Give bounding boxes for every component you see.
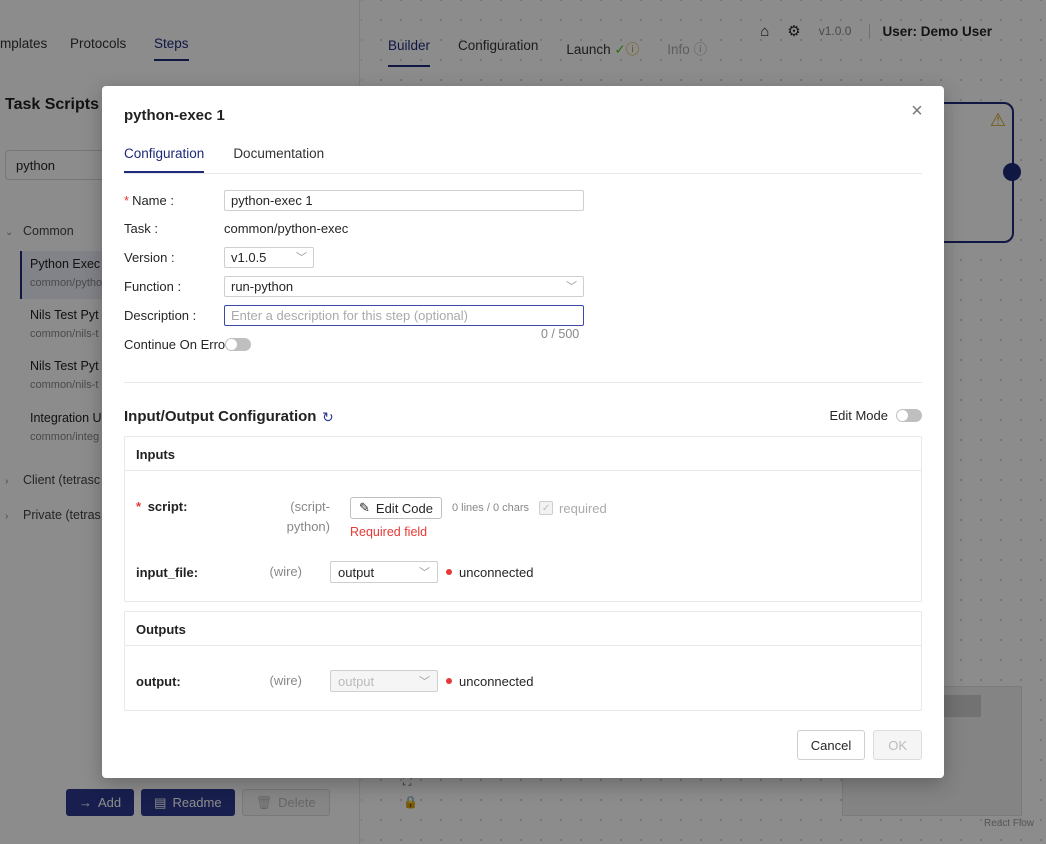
name-row: * Name : (124, 189, 584, 211)
output-select-value: output (338, 673, 375, 689)
modal-tabs: Configuration Documentation (124, 146, 922, 174)
input-script-row: * script: (script-python) ✎ Edit Code 0 l… (136, 497, 607, 539)
function-row: Function : run-python ﹀ (124, 275, 584, 297)
cancel-button[interactable]: Cancel (796, 730, 866, 760)
function-select[interactable]: run-python ﹀ (224, 275, 584, 297)
tab-documentation[interactable]: Documentation (233, 146, 324, 173)
output-name: output: (136, 673, 181, 689)
modal-title: python-exec 1 (124, 107, 225, 124)
io-title: Input/Output Configuration (124, 408, 317, 425)
continue-on-error-label: Continue On Erro (124, 336, 226, 352)
modal-footer: Cancel OK (796, 730, 922, 760)
input-file-type: (wire) (269, 564, 303, 579)
version-select[interactable]: v1.0.5 ﹀ (224, 246, 314, 268)
status-dot (446, 569, 452, 575)
pencil-icon: ✎ (359, 500, 370, 515)
edit-mode-toggle[interactable] (896, 409, 922, 422)
input-file-row: input_file: (wire) output ﹀ unconnected (136, 561, 533, 583)
input-script-type: (script-python) (286, 499, 330, 534)
required-checkbox[interactable]: ✓ (539, 501, 554, 515)
inputs-header: Inputs (125, 437, 921, 471)
edit-code-label: Edit Code (375, 500, 433, 516)
task-value: common/python-exec (224, 220, 349, 236)
function-select-value: run-python (231, 278, 294, 294)
output-select[interactable]: output ﹀ (330, 670, 438, 692)
input-file-select-value: output (338, 564, 375, 580)
divider (124, 382, 922, 383)
task-row: Task : common/python-exec (124, 217, 348, 239)
version-label: Version : (124, 249, 175, 265)
version-select-value: v1.0.5 (231, 249, 267, 265)
status-dot (446, 678, 452, 684)
name-label: * Name : (124, 192, 174, 208)
task-label: Task : (124, 220, 158, 236)
outputs-header: Outputs (125, 612, 921, 646)
description-field[interactable] (224, 304, 584, 326)
script-meta: 0 lines / 0 chars (452, 502, 530, 514)
continue-on-error-row: Continue On Erro (124, 333, 252, 355)
edit-mode: Edit Mode (829, 408, 922, 423)
required-label: required (559, 500, 607, 516)
description-row: Description : (124, 304, 584, 326)
chevron-down-icon: ﹀ (566, 281, 577, 293)
edit-code-button[interactable]: ✎ Edit Code (350, 497, 442, 519)
chevron-down-icon: ﹀ (419, 567, 430, 579)
step-config-modal: python-exec 1 × Configuration Documentat… (102, 86, 944, 778)
input-file-name: input_file: (136, 564, 199, 580)
input-file-status: unconnected (459, 564, 534, 580)
ok-button[interactable]: OK (873, 730, 922, 760)
description-label: Description : (124, 307, 197, 323)
outputs-box: Outputs output: (wire) output ﹀ unconnect… (124, 611, 922, 711)
output-type: (wire) (269, 673, 303, 688)
output-row: output: (wire) output ﹀ unconnected (136, 670, 533, 692)
tab-configuration[interactable]: Configuration (124, 146, 205, 173)
edit-mode-label: Edit Mode (829, 408, 888, 423)
input-script-name: * script: (136, 499, 188, 514)
input-file-select[interactable]: output ﹀ (330, 561, 438, 583)
required-field-error: Required field (350, 525, 428, 539)
description-counter: 0 / 500 (541, 327, 580, 341)
script-editor: ✎ Edit Code 0 lines / 0 chars ✓ required … (350, 497, 607, 539)
continue-on-error-toggle[interactable] (225, 337, 252, 351)
close-icon[interactable]: × (908, 101, 926, 121)
inputs-box: Inputs * script: (script-python) ✎ Edit C… (124, 436, 922, 602)
function-label: Function : (124, 278, 182, 294)
chevron-down-icon: ﹀ (296, 252, 307, 264)
chevron-down-icon: ﹀ (419, 676, 430, 688)
version-row: Version : v1.0.5 ﹀ (124, 246, 314, 268)
refresh-icon[interactable]: ↻ (322, 409, 334, 426)
output-status: unconnected (459, 673, 534, 689)
name-field[interactable] (224, 189, 584, 211)
